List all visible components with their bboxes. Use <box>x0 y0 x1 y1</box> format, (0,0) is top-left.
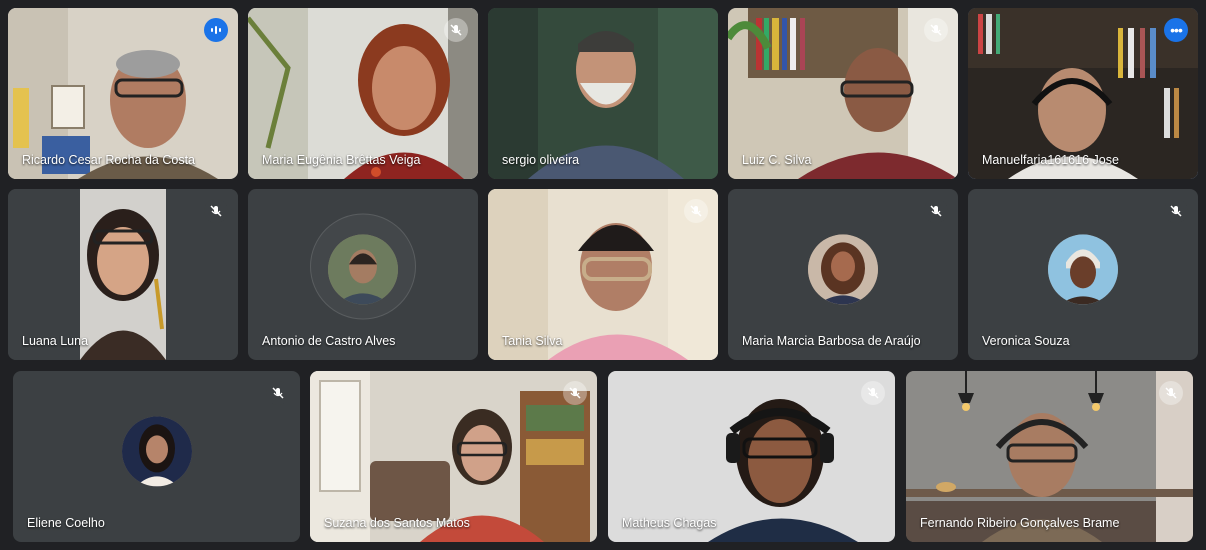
participant-tile[interactable]: Matheus Chagas <box>608 371 895 542</box>
avatar <box>328 233 398 304</box>
participant-name: Eliene Coelho <box>27 516 105 530</box>
participant-name: Luana Luna <box>22 334 89 348</box>
participant-name: Maria Marcia Barbosa de Araújo <box>742 334 921 348</box>
participant-tile[interactable]: Tania Silva <box>488 189 718 360</box>
avatar <box>1048 233 1118 304</box>
mic-off-icon <box>1159 381 1183 405</box>
mic-off-icon <box>924 18 948 42</box>
mic-off-icon <box>563 381 587 405</box>
mic-off-icon <box>204 199 228 223</box>
mic-off-icon <box>861 381 885 405</box>
participant-tile[interactable]: Maria Eugênia Brêttas Veiga <box>248 8 478 179</box>
participant-tile[interactable]: sergio oliveira <box>488 8 718 179</box>
mic-off-icon <box>1164 199 1188 223</box>
participant-tile[interactable]: Ricardo Cesar Rocha da Costa <box>8 8 238 179</box>
participant-tile[interactable]: Suzana dos Santos Matos <box>310 371 597 542</box>
participant-name: Ricardo Cesar Rocha da Costa <box>22 153 195 167</box>
participant-name: sergio oliveira <box>502 153 580 167</box>
participant-name: Antonio de Castro Alves <box>262 334 396 348</box>
participant-name: Veronica Souza <box>982 334 1070 348</box>
participant-name: Suzana dos Santos Matos <box>324 516 470 530</box>
avatar <box>121 415 192 486</box>
participant-name: Tania Silva <box>502 334 563 348</box>
participant-tile[interactable]: Fernando Ribeiro Gonçalves Brame <box>906 371 1193 542</box>
participant-tile[interactable]: Eliene Coelho <box>13 371 300 542</box>
mic-off-icon <box>684 199 708 223</box>
participant-name: Fernando Ribeiro Gonçalves Brame <box>920 516 1120 530</box>
participant-tile[interactable]: Antonio de Castro Alves <box>248 189 478 360</box>
participant-tile[interactable]: Luiz C. Silva <box>728 8 958 179</box>
participant-tile[interactable]: Luana Luna <box>8 189 238 360</box>
participant-name: Manuelfaria161616 Jose <box>982 153 1119 167</box>
mic-off-icon <box>444 18 468 42</box>
more-options-icon[interactable]: ••• <box>1164 18 1188 42</box>
participant-name: Matheus Chagas <box>622 516 717 530</box>
participant-name: Maria Eugênia Brêttas Veiga <box>262 153 421 167</box>
mic-off-icon <box>266 381 290 405</box>
avatar <box>808 233 878 304</box>
participant-tile[interactable]: Veronica Souza <box>968 189 1198 360</box>
participant-name: Luiz C. Silva <box>742 153 812 167</box>
audio-level-icon <box>204 18 228 42</box>
participant-tile[interactable]: ••• Manuelfaria161616 Jose <box>968 8 1198 179</box>
participant-tile[interactable]: Maria Marcia Barbosa de Araújo <box>728 189 958 360</box>
mic-off-icon <box>924 199 948 223</box>
